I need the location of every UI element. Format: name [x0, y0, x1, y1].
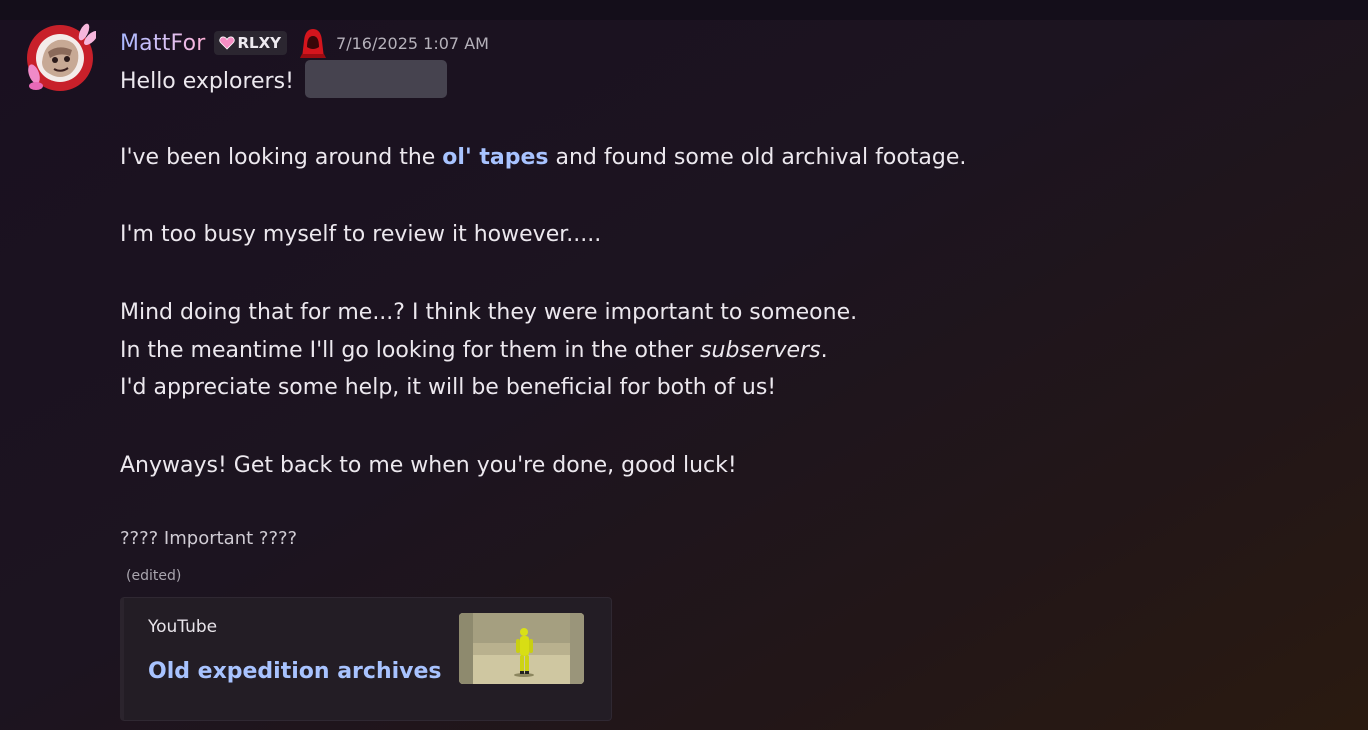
- line5-text: I'd appreciate some help, it will be ben…: [120, 375, 777, 400]
- user-avatar[interactable]: [24, 22, 98, 94]
- embed-provider[interactable]: YouTube: [148, 617, 217, 637]
- message-line-6: Anyways! Get back to me when you're done…: [120, 451, 737, 481]
- username[interactable]: MattFor: [120, 31, 206, 56]
- message-timestamp[interactable]: 7/16/2025 1:07 AM: [336, 34, 489, 53]
- line4-text-end: .: [820, 338, 828, 363]
- message-line-greeting: Hello explorers!: [120, 60, 447, 98]
- avatar-image: [27, 23, 98, 91]
- edited-label: (edited): [126, 568, 182, 584]
- top-bar: [0, 0, 1368, 20]
- message-header: MattFor RLXY 7/16/2025 1:07 AM: [120, 28, 489, 58]
- embed-title-link[interactable]: Old expedition archives: [148, 659, 442, 684]
- line1-text-end: and found some old archival footage.: [548, 145, 967, 170]
- pink-heart-icon: [218, 36, 235, 50]
- greeting-text: Hello explorers!: [120, 69, 294, 94]
- tapes-link[interactable]: ol' tapes: [442, 145, 548, 170]
- video-thumbnail[interactable]: [459, 613, 584, 684]
- message-line-4: In the meantime I'll go looking for them…: [120, 336, 828, 366]
- server-tag[interactable]: RLXY: [213, 31, 288, 55]
- line4-text-start: In the meantime I'll go looking for them…: [120, 338, 701, 363]
- spoiler-block[interactable]: [304, 60, 447, 98]
- message-line-3: Mind doing that for me...? I think they …: [120, 298, 857, 328]
- message-line-1: I've been looking around the ol' tapes a…: [120, 143, 966, 173]
- red-hooded-figure-icon[interactable]: [296, 27, 330, 59]
- line2-text: I'm too busy myself to review it however…: [120, 222, 602, 247]
- line1-text-start: I've been looking around the: [120, 145, 443, 170]
- line6-text: Anyways! Get back to me when you're done…: [120, 453, 737, 478]
- important-line: ???? Important ????: [120, 528, 298, 549]
- message-line-5: I'd appreciate some help, it will be ben…: [120, 373, 776, 403]
- subservers-italic: subservers: [700, 338, 821, 363]
- line3-text: Mind doing that for me...? I think they …: [120, 300, 858, 325]
- server-tag-label: RLXY: [237, 34, 282, 52]
- message-line-2: I'm too busy myself to review it however…: [120, 220, 601, 250]
- youtube-embed[interactable]: YouTube Old expedition archives: [120, 597, 612, 721]
